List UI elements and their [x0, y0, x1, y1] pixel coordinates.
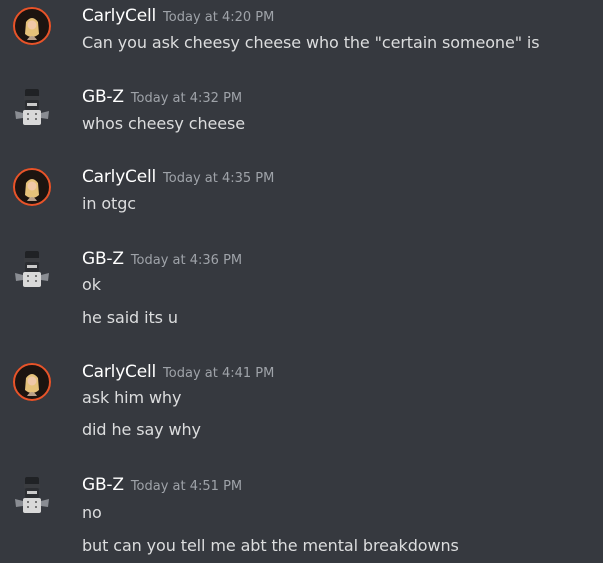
chat-messages: CarlyCell Today at 4:20 PM Can you ask ch…	[0, 0, 603, 563]
message-text: ask him why	[82, 388, 182, 407]
username[interactable]: GB-Z	[82, 249, 124, 269]
timestamp: Today at 4:51 PM	[130, 479, 243, 494]
carlycell-avatar-icon[interactable]	[12, 6, 52, 46]
gbz-avatar-icon[interactable]	[12, 87, 52, 127]
gbz-avatar-icon[interactable]	[12, 475, 52, 515]
carlycell-avatar-icon[interactable]	[12, 167, 52, 207]
username[interactable]: CarlyCell	[82, 167, 156, 187]
username[interactable]: GB-Z	[82, 87, 124, 107]
timestamp: Today at 4:32 PM	[130, 91, 243, 106]
message-text: Can you ask cheesy cheese who the "certa…	[82, 33, 540, 52]
timestamp: Today at 4:36 PM	[130, 253, 243, 268]
carlycell-avatar-icon[interactable]	[12, 362, 52, 402]
username[interactable]: GB-Z	[82, 475, 124, 495]
message-text: no	[82, 503, 102, 522]
message-text: ok	[82, 275, 101, 294]
message-text: whos cheesy cheese	[82, 114, 245, 133]
gbz-avatar-icon[interactable]	[12, 249, 52, 289]
message-text: he said its u	[82, 308, 178, 327]
timestamp: Today at 4:20 PM	[163, 10, 275, 25]
message-text: did he say why	[82, 420, 201, 439]
timestamp: Today at 4:41 PM	[163, 366, 275, 381]
message-text: in otgc	[82, 194, 136, 213]
username[interactable]: CarlyCell	[82, 6, 156, 26]
message-text: but can you tell me abt the mental break…	[82, 536, 459, 555]
timestamp: Today at 4:35 PM	[163, 171, 275, 186]
username[interactable]: CarlyCell	[82, 362, 156, 382]
